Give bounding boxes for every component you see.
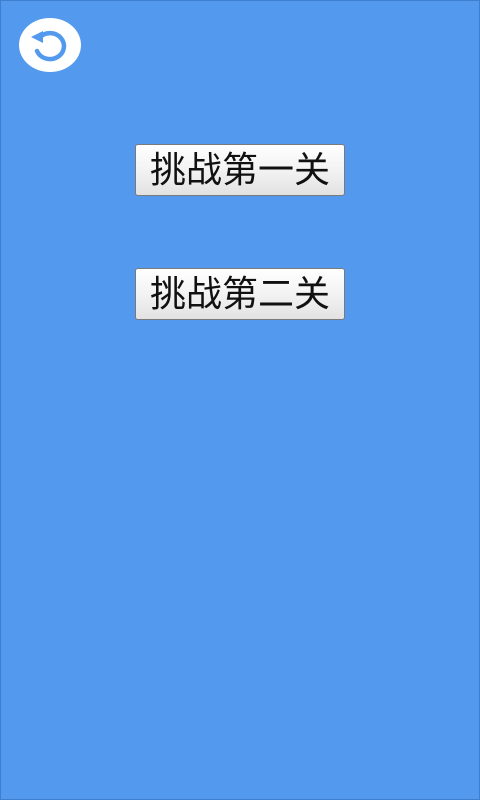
undo-arrow-icon <box>31 30 67 62</box>
level-1-button[interactable]: 挑战第一关 <box>135 144 345 196</box>
back-button[interactable] <box>19 18 81 72</box>
level-select-screen: 挑战第一关 挑战第二关 <box>0 0 480 800</box>
level-2-button[interactable]: 挑战第二关 <box>135 268 345 320</box>
